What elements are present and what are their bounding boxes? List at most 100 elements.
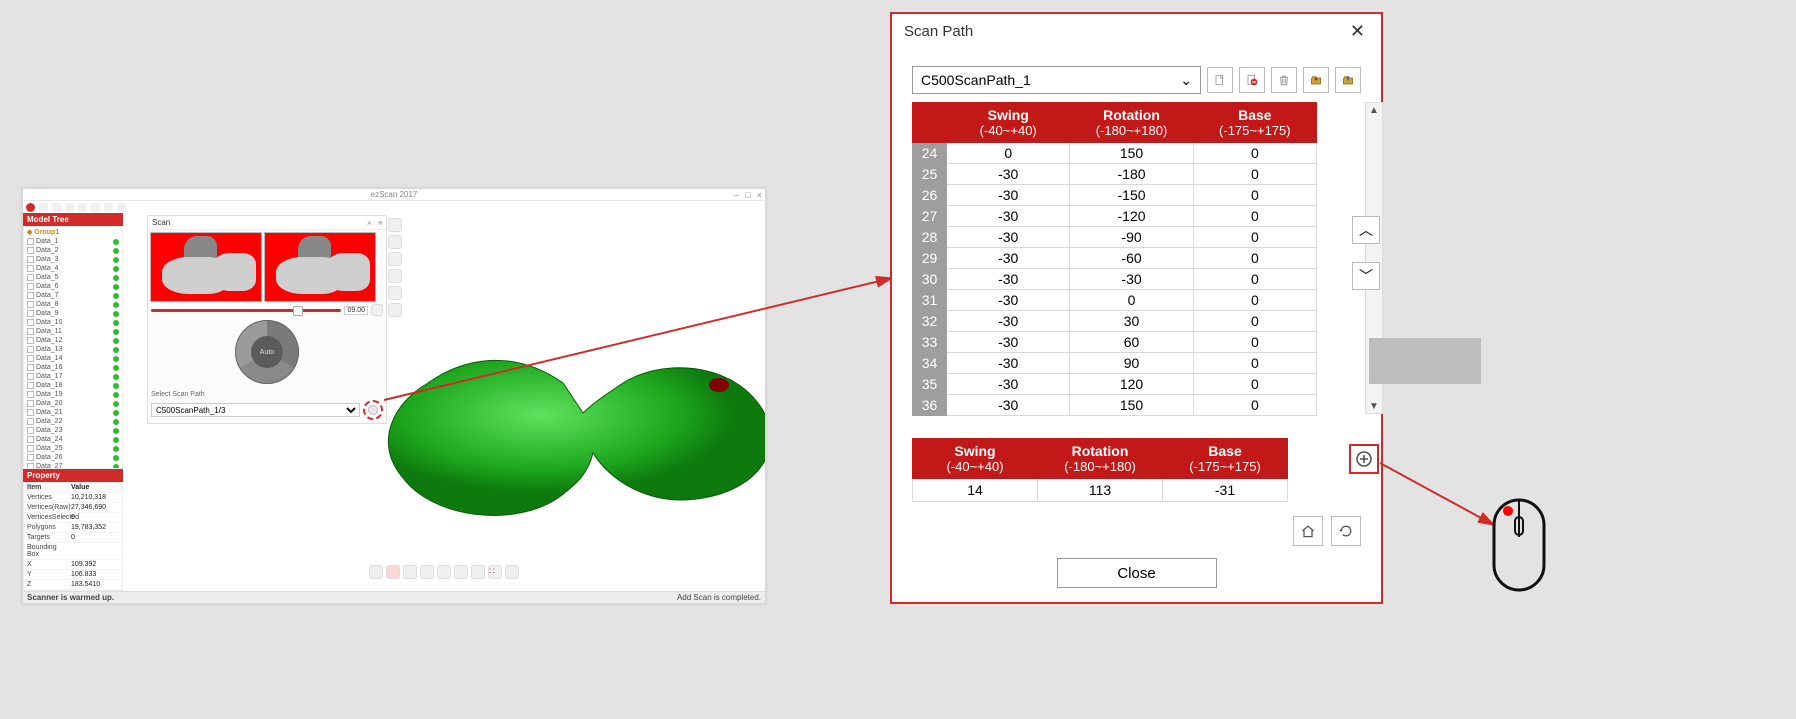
- toolbar-icon[interactable]: [104, 203, 113, 212]
- export-button[interactable]: [1335, 67, 1361, 93]
- tree-item[interactable]: Data_3: [24, 255, 122, 264]
- exposure-slider[interactable]: [151, 309, 341, 312]
- checkbox-icon[interactable]: [27, 400, 34, 407]
- checkbox-icon[interactable]: [27, 328, 34, 335]
- move-up-button[interactable]: ︿: [1352, 216, 1380, 244]
- checkbox-icon[interactable]: [27, 265, 34, 272]
- tree-item[interactable]: Data_27: [24, 462, 122, 469]
- tree-item[interactable]: Data_26: [24, 453, 122, 462]
- close-button[interactable]: Close: [1057, 558, 1217, 588]
- table-row[interactable]: 29-30-600: [913, 248, 1317, 269]
- side-tool-icon[interactable]: [388, 235, 402, 249]
- tree-item[interactable]: Data_17: [24, 372, 122, 381]
- cell-rotation[interactable]: 150: [1070, 143, 1193, 164]
- cell-rotation[interactable]: 30: [1070, 311, 1193, 332]
- cell-rotation[interactable]: -60: [1070, 248, 1193, 269]
- checkbox-icon[interactable]: [27, 319, 34, 326]
- cell-swing[interactable]: -30: [947, 185, 1070, 206]
- tree-item[interactable]: Data_8: [24, 300, 122, 309]
- checkbox-icon[interactable]: [27, 247, 34, 254]
- cell-base[interactable]: 0: [1193, 227, 1316, 248]
- new-base-cell[interactable]: -31: [1163, 479, 1288, 502]
- table-row[interactable]: 35-301200: [913, 374, 1317, 395]
- table-row[interactable]: 31-3000: [913, 290, 1317, 311]
- view-tool-icon[interactable]: [369, 565, 383, 579]
- new-rotation-cell[interactable]: 113: [1038, 479, 1163, 502]
- cell-base[interactable]: 0: [1193, 332, 1316, 353]
- cell-rotation[interactable]: 120: [1070, 374, 1193, 395]
- cell-swing[interactable]: -30: [947, 164, 1070, 185]
- checkbox-icon[interactable]: [27, 337, 34, 344]
- cell-swing[interactable]: -30: [947, 227, 1070, 248]
- tree-item[interactable]: Data_10: [24, 318, 122, 327]
- new-row[interactable]: 14 113 -31: [913, 479, 1288, 502]
- checkbox-icon[interactable]: [27, 274, 34, 281]
- checkbox-icon[interactable]: [27, 454, 34, 461]
- trash-button[interactable]: [1271, 67, 1297, 93]
- import-button[interactable]: [1303, 67, 1329, 93]
- close-icon[interactable]: ×: [367, 218, 372, 228]
- checkbox-icon[interactable]: [27, 445, 34, 452]
- side-tool-icon[interactable]: [388, 303, 402, 317]
- cell-swing[interactable]: -30: [947, 332, 1070, 353]
- cell-swing[interactable]: -30: [947, 290, 1070, 311]
- toolbar-icon[interactable]: [91, 203, 100, 212]
- cell-rotation[interactable]: -150: [1070, 185, 1193, 206]
- cell-base[interactable]: 0: [1193, 269, 1316, 290]
- checkbox-icon[interactable]: [27, 382, 34, 389]
- tree-item[interactable]: Data_2: [24, 246, 122, 255]
- table-row[interactable]: 32-30300: [913, 311, 1317, 332]
- cell-rotation[interactable]: 60: [1070, 332, 1193, 353]
- cell-rotation[interactable]: 90: [1070, 353, 1193, 374]
- side-tool-icon[interactable]: [388, 218, 402, 232]
- checkbox-icon[interactable]: [27, 418, 34, 425]
- tree-item[interactable]: Data_7: [24, 291, 122, 300]
- tree-item[interactable]: Data_13: [24, 345, 122, 354]
- tree-item[interactable]: Data_18: [24, 381, 122, 390]
- tree-item[interactable]: Data_5: [24, 273, 122, 282]
- checkbox-icon[interactable]: [27, 373, 34, 380]
- view-tool-icon[interactable]: [386, 565, 400, 579]
- cell-base[interactable]: 0: [1193, 290, 1316, 311]
- scan-path-settings-button[interactable]: [363, 400, 383, 420]
- toolbar-icon[interactable]: [78, 203, 87, 212]
- scan-mode-dial[interactable]: Auto: [235, 320, 299, 384]
- cell-swing[interactable]: -30: [947, 395, 1070, 416]
- model-tree-group[interactable]: ◆ Group1: [24, 227, 122, 237]
- cell-base[interactable]: 0: [1193, 311, 1316, 332]
- checkbox-icon[interactable]: [27, 292, 34, 299]
- cell-swing[interactable]: -30: [947, 206, 1070, 227]
- pin-icon[interactable]: ⌖: [378, 218, 383, 229]
- tree-item[interactable]: Data_14: [24, 354, 122, 363]
- dialog-close-icon[interactable]: ✕: [1344, 20, 1371, 43]
- checkbox-icon[interactable]: [27, 436, 34, 443]
- toolbar-icon[interactable]: [65, 203, 74, 212]
- tree-item[interactable]: Data_25: [24, 444, 122, 453]
- tree-item[interactable]: Data_9: [24, 309, 122, 318]
- side-tool-icon[interactable]: [388, 286, 402, 300]
- scroll-up-icon[interactable]: ▲: [1366, 103, 1382, 117]
- table-row[interactable]: 36-301500: [913, 395, 1317, 416]
- checkbox-icon[interactable]: [27, 427, 34, 434]
- tree-item[interactable]: Data_4: [24, 264, 122, 273]
- cell-base[interactable]: 0: [1193, 353, 1316, 374]
- tree-item[interactable]: Data_1: [24, 237, 122, 246]
- cell-rotation[interactable]: -180: [1070, 164, 1193, 185]
- table-row[interactable]: 2401500: [913, 143, 1317, 164]
- cell-base[interactable]: 0: [1193, 185, 1316, 206]
- cell-base[interactable]: 0: [1193, 206, 1316, 227]
- checkbox-icon[interactable]: [27, 301, 34, 308]
- move-down-button[interactable]: ﹀: [1352, 262, 1380, 290]
- tree-item[interactable]: Data_22: [24, 417, 122, 426]
- checkbox-icon[interactable]: [27, 391, 34, 398]
- cell-swing[interactable]: 0: [947, 143, 1070, 164]
- view-tool-icon[interactable]: ∷: [488, 565, 502, 579]
- close-window-button[interactable]: ×: [757, 190, 762, 200]
- home-button[interactable]: [1293, 516, 1323, 546]
- checkbox-icon[interactable]: [27, 256, 34, 263]
- checkbox-icon[interactable]: [27, 409, 34, 416]
- side-tool-icon[interactable]: [388, 269, 402, 283]
- toolbar-icon[interactable]: [117, 203, 126, 212]
- checkbox-icon[interactable]: [27, 346, 34, 353]
- cell-base[interactable]: 0: [1193, 248, 1316, 269]
